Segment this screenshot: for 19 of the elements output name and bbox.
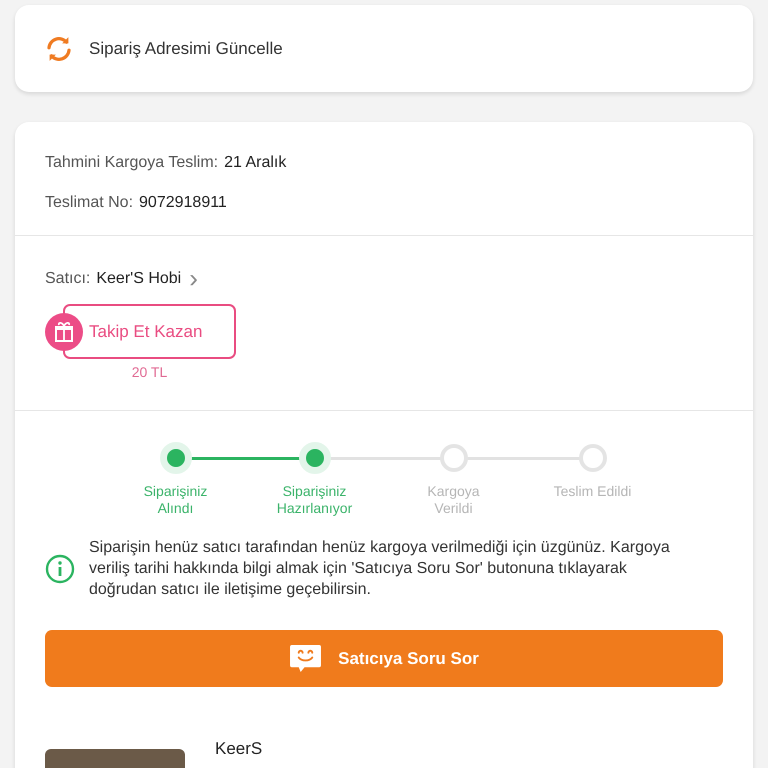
- update-address-label: Sipariş Adresimi Güncelle: [89, 38, 283, 58]
- step-label: Kargoya Verildi: [426, 483, 481, 517]
- chat-smile-icon: [289, 644, 322, 673]
- step-label: Teslim Edildi: [552, 483, 632, 500]
- follow-earn-button[interactable]: Takip Et Kazan: [63, 304, 236, 359]
- seller-label: Satıcı:: [45, 269, 90, 289]
- step-label: Siparişiniz Alındı: [142, 483, 208, 517]
- chevron-icon: ›: [189, 268, 198, 289]
- seller-name-link[interactable]: Keer'S Hobi: [96, 268, 182, 289]
- estimate-label: Tahmini Kargoya Teslim:: [45, 153, 218, 173]
- product-seller-name: KeerS: [215, 739, 262, 760]
- info-icon: [45, 554, 75, 584]
- notice-text: Siparişin henüz satıcı tarafından henüz kargoya verilmediği için üzgünüz. Kargoya veriliş tarihi hakkında bilgi almak için 'Satıcıya Soru Sor' butonuna tıklayarak doğrudan satıcı ile iletişime geçebilirsin.: [89, 538, 671, 600]
- step-label: Siparişiniz Hazırlanıyor: [276, 483, 354, 517]
- address-card[interactable]: Sipariş Adresimi Güncelle: [15, 5, 753, 92]
- delivery-number-value: 9072918911: [139, 193, 227, 213]
- delivery-number-label: Teslimat No:: [45, 193, 134, 213]
- follow-reward: 20 TL: [132, 364, 168, 380]
- estimate-value: 21 Aralık: [224, 153, 286, 173]
